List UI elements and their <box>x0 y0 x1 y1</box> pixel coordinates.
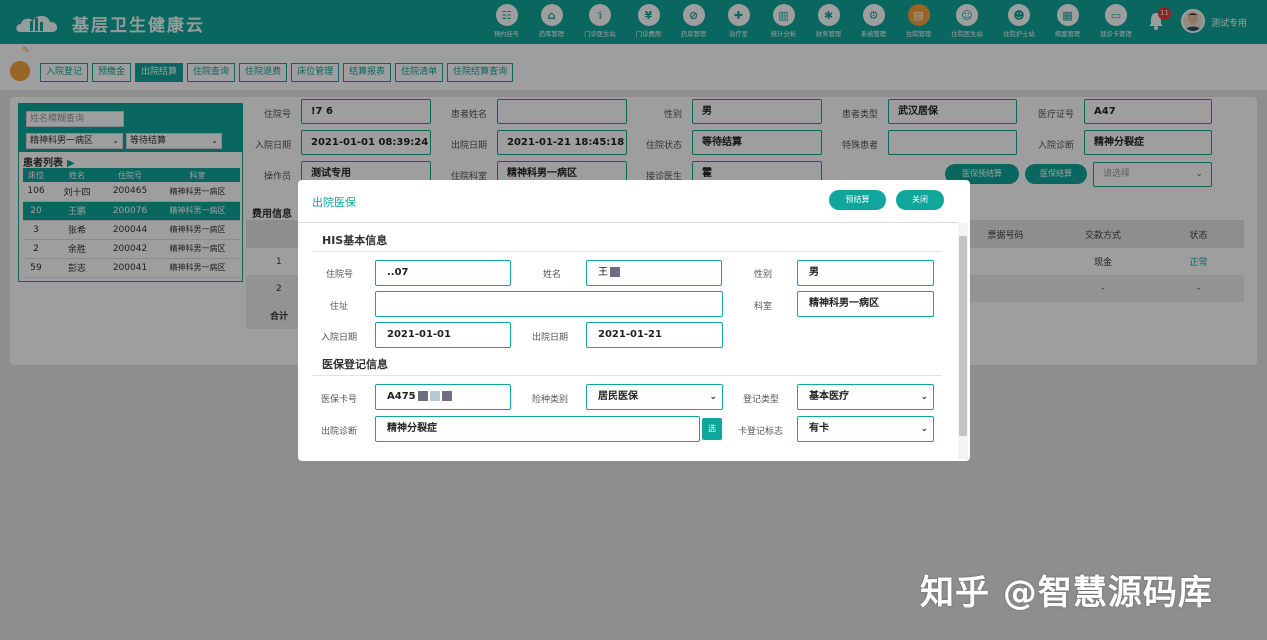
gender-value: 男 <box>809 267 819 278</box>
out-date-field[interactable]: 2021-01-21 <box>586 322 723 348</box>
gender-field[interactable]: 男 <box>797 260 934 286</box>
admission-no-value: ..07 <box>387 267 409 278</box>
reg-type-value: 基本医疗 <box>809 391 849 402</box>
dept-label: 科室 <box>754 302 773 312</box>
pre-calc-button[interactable]: 预结算 <box>829 190 886 210</box>
watermark: 知乎 @智慧源码库 <box>920 573 1213 613</box>
out-date-value: 2021-01-21 <box>598 329 662 340</box>
dialog-divider <box>298 222 958 223</box>
dept-field[interactable]: 精神科男一病区 <box>797 291 934 317</box>
address-label: 住址 <box>330 302 349 312</box>
reg-type-select[interactable]: 基本医疗 ⌄ <box>797 384 934 410</box>
admission-no-label: 住院号 <box>326 270 354 280</box>
scrollbar-thumb[interactable] <box>959 236 967 436</box>
chevron-down-icon: ⌄ <box>709 392 717 402</box>
redaction-block <box>441 391 452 401</box>
insure-type-select[interactable]: 居民医保 ⌄ <box>586 384 723 410</box>
redaction-block <box>610 267 620 277</box>
chevron-down-icon: ⌄ <box>920 392 928 402</box>
close-button[interactable]: 关闭 <box>896 190 944 210</box>
dept-value: 精神科男一病区 <box>809 298 879 309</box>
out-date-label: 出院日期 <box>532 333 569 343</box>
section-divider <box>312 375 942 376</box>
out-diag-field[interactable]: 精神分裂症 <box>375 416 700 442</box>
discharge-insurance-dialog: 出院医保 预结算 关闭 HIS基本信息 住院号 ..07 姓名 王 性别 男 住… <box>298 180 970 461</box>
dialog-title: 出院医保 <box>312 196 356 209</box>
out-diag-value: 精神分裂症 <box>387 423 437 434</box>
name-field[interactable]: 王 <box>586 260 722 286</box>
insure-type-value: 居民医保 <box>598 391 638 402</box>
registration-section-title: 医保登记信息 <box>322 358 388 371</box>
admission-no-field[interactable]: ..07 <box>375 260 511 286</box>
insure-type-label: 险种类别 <box>532 395 569 405</box>
card-flag-value: 有卡 <box>809 423 829 434</box>
name-label: 姓名 <box>543 270 562 280</box>
gender-label: 性别 <box>754 270 773 280</box>
in-date-field[interactable]: 2021-01-01 <box>375 322 511 348</box>
card-flag-select[interactable]: 有卡 ⌄ <box>797 416 934 442</box>
card-flag-label: 卡登记标志 <box>738 427 784 437</box>
card-label: 医保卡号 <box>321 395 358 405</box>
section-divider <box>312 251 942 252</box>
diagnosis-pick-button[interactable]: 选 <box>702 418 722 440</box>
card-field[interactable]: A475 <box>375 384 511 410</box>
redaction-block <box>429 391 440 401</box>
his-section-title: HIS基本信息 <box>322 234 388 247</box>
in-date-label: 入院日期 <box>321 333 358 343</box>
redaction-block <box>417 391 428 401</box>
out-diag-label: 出院诊断 <box>321 427 358 437</box>
chevron-down-icon: ⌄ <box>920 424 928 434</box>
name-value: 王 <box>598 267 608 278</box>
in-date-value: 2021-01-01 <box>387 329 451 340</box>
card-value: A475 <box>387 391 416 402</box>
reg-type-label: 登记类型 <box>743 395 780 405</box>
address-field[interactable] <box>375 291 723 317</box>
